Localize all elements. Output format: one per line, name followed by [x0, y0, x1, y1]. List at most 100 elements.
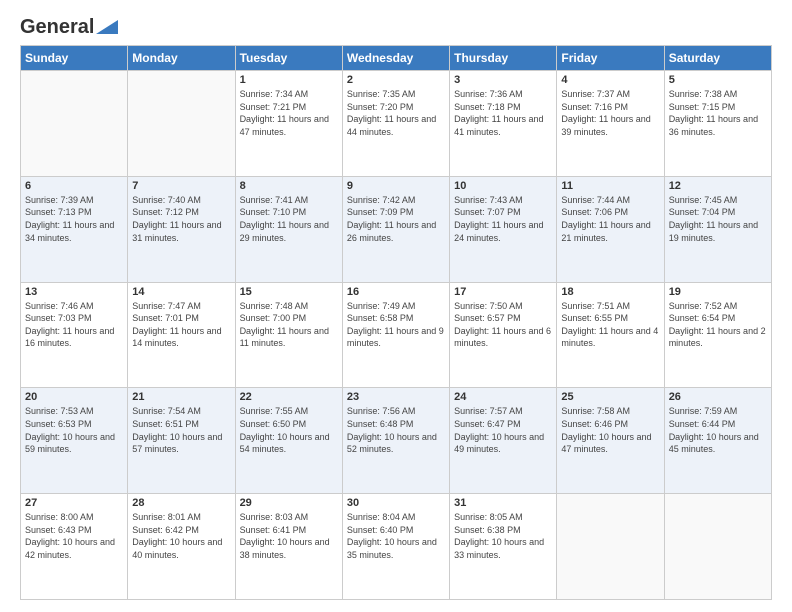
day-header-wednesday: Wednesday — [342, 46, 449, 71]
calendar-cell: 30Sunrise: 8:04 AM Sunset: 6:40 PM Dayli… — [342, 494, 449, 600]
day-number: 11 — [561, 180, 659, 192]
day-number: 28 — [132, 497, 230, 509]
day-number: 4 — [561, 74, 659, 86]
day-number: 14 — [132, 286, 230, 298]
calendar-cell: 8Sunrise: 7:41 AM Sunset: 7:10 PM Daylig… — [235, 176, 342, 282]
calendar-cell: 28 Sunrise: 8:01 AM Sunset: 6:42 PM Dayli… — [128, 494, 235, 600]
day-detail: Sunrise: 8:04 AM Sunset: 6:40 PM Dayligh… — [347, 511, 445, 561]
day-number: 18 — [561, 286, 659, 298]
day-number: 2 — [347, 74, 445, 86]
day-detail: Sunrise: 7:59 AM Sunset: 6:44 PM Dayligh… — [669, 405, 767, 455]
day-number: 17 — [454, 286, 552, 298]
day-number: 5 — [669, 74, 767, 86]
day-detail: Sunrise: 7:35 AM Sunset: 7:20 PM Dayligh… — [347, 88, 445, 138]
day-detail: Sunrise: 7:54 AM Sunset: 6:51 PM Dayligh… — [132, 405, 230, 455]
day-header-tuesday: Tuesday — [235, 46, 342, 71]
calendar-cell: 29 Sunrise: 8:03 AM Sunset: 6:41 PM Dayli… — [235, 494, 342, 600]
day-number: 1 — [240, 74, 338, 86]
calendar-table: SundayMondayTuesdayWednesdayThursdayFrid… — [20, 45, 772, 600]
day-detail: Sunrise: 7:39 AM Sunset: 7:13 PM Dayligh… — [25, 194, 123, 244]
day-number: 15 — [240, 286, 338, 298]
calendar-cell: 26 Sunrise: 7:59 AM Sunset: 6:44 PM Dayli… — [664, 388, 771, 494]
day-detail: Sunrise: 7:34 AM Sunset: 7:21 PM Dayligh… — [240, 88, 338, 138]
calendar-cell: 20Sunrise: 7:53 AM Sunset: 6:53 PM Dayli… — [21, 388, 128, 494]
day-header-monday: Monday — [128, 46, 235, 71]
calendar-cell: 15 Sunrise: 7:48 AM Sunset: 7:00 PM Dayli… — [235, 282, 342, 388]
calendar-cell: 9 Sunrise: 7:42 AM Sunset: 7:09 PM Daylig… — [342, 176, 449, 282]
calendar-cell — [21, 71, 128, 177]
day-number: 19 — [669, 286, 767, 298]
calendar-cell: 16Sunrise: 7:49 AM Sunset: 6:58 PM Dayli… — [342, 282, 449, 388]
calendar-cell: 31Sunrise: 8:05 AM Sunset: 6:38 PM Dayli… — [450, 494, 557, 600]
day-detail: Sunrise: 8:01 AM Sunset: 6:42 PM Dayligh… — [132, 511, 230, 561]
calendar-cell: 27 Sunrise: 8:00 AM Sunset: 6:43 PM Dayli… — [21, 494, 128, 600]
day-detail: Sunrise: 7:48 AM Sunset: 7:00 PM Dayligh… — [240, 300, 338, 350]
day-number: 7 — [132, 180, 230, 192]
day-number: 29 — [240, 497, 338, 509]
calendar-cell: 2 Sunrise: 7:35 AM Sunset: 7:20 PM Daylig… — [342, 71, 449, 177]
day-detail: Sunrise: 7:49 AM Sunset: 6:58 PM Dayligh… — [347, 300, 445, 350]
calendar-header-row: SundayMondayTuesdayWednesdayThursdayFrid… — [21, 46, 772, 71]
day-detail: Sunrise: 7:43 AM Sunset: 7:07 PM Dayligh… — [454, 194, 552, 244]
day-number: 6 — [25, 180, 123, 192]
logo: General — [20, 16, 118, 35]
day-number: 10 — [454, 180, 552, 192]
week-row-4: 20Sunrise: 7:53 AM Sunset: 6:53 PM Dayli… — [21, 388, 772, 494]
page: General SundayMondayTuesdayWednesdayThur… — [0, 0, 792, 612]
calendar-cell: 1 Sunrise: 7:34 AM Sunset: 7:21 PM Daylig… — [235, 71, 342, 177]
calendar-cell: 13Sunrise: 7:46 AM Sunset: 7:03 PM Dayli… — [21, 282, 128, 388]
day-detail: Sunrise: 7:57 AM Sunset: 6:47 PM Dayligh… — [454, 405, 552, 455]
calendar-cell: 12 Sunrise: 7:45 AM Sunset: 7:04 PM Dayli… — [664, 176, 771, 282]
calendar-cell: 14 Sunrise: 7:47 AM Sunset: 7:01 PM Dayli… — [128, 282, 235, 388]
calendar-cell: 22Sunrise: 7:55 AM Sunset: 6:50 PM Dayli… — [235, 388, 342, 494]
day-header-saturday: Saturday — [664, 46, 771, 71]
day-number: 26 — [669, 391, 767, 403]
calendar-cell: 4 Sunrise: 7:37 AM Sunset: 7:16 PM Daylig… — [557, 71, 664, 177]
day-detail: Sunrise: 7:58 AM Sunset: 6:46 PM Dayligh… — [561, 405, 659, 455]
day-detail: Sunrise: 7:45 AM Sunset: 7:04 PM Dayligh… — [669, 194, 767, 244]
day-detail: Sunrise: 7:42 AM Sunset: 7:09 PM Dayligh… — [347, 194, 445, 244]
calendar-cell: 19 Sunrise: 7:52 AM Sunset: 6:54 PM Dayli… — [664, 282, 771, 388]
day-detail: Sunrise: 8:00 AM Sunset: 6:43 PM Dayligh… — [25, 511, 123, 561]
calendar-cell: 7 Sunrise: 7:40 AM Sunset: 7:12 PM Daylig… — [128, 176, 235, 282]
day-detail: Sunrise: 7:38 AM Sunset: 7:15 PM Dayligh… — [669, 88, 767, 138]
calendar-cell: 24Sunrise: 7:57 AM Sunset: 6:47 PM Dayli… — [450, 388, 557, 494]
day-detail: Sunrise: 7:51 AM Sunset: 6:55 PM Dayligh… — [561, 300, 659, 350]
day-number: 3 — [454, 74, 552, 86]
day-detail: Sunrise: 7:56 AM Sunset: 6:48 PM Dayligh… — [347, 405, 445, 455]
calendar-cell: 21 Sunrise: 7:54 AM Sunset: 6:51 PM Dayli… — [128, 388, 235, 494]
calendar-cell: 18 Sunrise: 7:51 AM Sunset: 6:55 PM Dayli… — [557, 282, 664, 388]
day-number: 23 — [347, 391, 445, 403]
calendar-cell: 11Sunrise: 7:44 AM Sunset: 7:06 PM Dayli… — [557, 176, 664, 282]
day-header-sunday: Sunday — [21, 46, 128, 71]
day-detail: Sunrise: 7:46 AM Sunset: 7:03 PM Dayligh… — [25, 300, 123, 350]
calendar-cell: 5 Sunrise: 7:38 AM Sunset: 7:15 PM Daylig… — [664, 71, 771, 177]
day-number: 21 — [132, 391, 230, 403]
logo-general: General — [20, 16, 94, 39]
day-detail: Sunrise: 7:40 AM Sunset: 7:12 PM Dayligh… — [132, 194, 230, 244]
day-number: 8 — [240, 180, 338, 192]
calendar-cell: 23 Sunrise: 7:56 AM Sunset: 6:48 PM Dayli… — [342, 388, 449, 494]
day-number: 22 — [240, 391, 338, 403]
calendar-cell — [128, 71, 235, 177]
day-detail: Sunrise: 7:37 AM Sunset: 7:16 PM Dayligh… — [561, 88, 659, 138]
day-detail: Sunrise: 7:52 AM Sunset: 6:54 PM Dayligh… — [669, 300, 767, 350]
calendar-cell: 10 Sunrise: 7:43 AM Sunset: 7:07 PM Dayli… — [450, 176, 557, 282]
day-detail: Sunrise: 8:03 AM Sunset: 6:41 PM Dayligh… — [240, 511, 338, 561]
day-detail: Sunrise: 7:47 AM Sunset: 7:01 PM Dayligh… — [132, 300, 230, 350]
day-detail: Sunrise: 7:36 AM Sunset: 7:18 PM Dayligh… — [454, 88, 552, 138]
day-number: 9 — [347, 180, 445, 192]
calendar-cell: 17 Sunrise: 7:50 AM Sunset: 6:57 PM Dayli… — [450, 282, 557, 388]
day-header-friday: Friday — [557, 46, 664, 71]
day-detail: Sunrise: 7:50 AM Sunset: 6:57 PM Dayligh… — [454, 300, 552, 350]
calendar-cell: 3 Sunrise: 7:36 AM Sunset: 7:18 PM Daylig… — [450, 71, 557, 177]
day-number: 12 — [669, 180, 767, 192]
day-number: 31 — [454, 497, 552, 509]
day-detail: Sunrise: 7:53 AM Sunset: 6:53 PM Dayligh… — [25, 405, 123, 455]
day-header-thursday: Thursday — [450, 46, 557, 71]
week-row-5: 27 Sunrise: 8:00 AM Sunset: 6:43 PM Dayli… — [21, 494, 772, 600]
calendar-cell — [664, 494, 771, 600]
calendar-cell — [557, 494, 664, 600]
day-number: 27 — [25, 497, 123, 509]
day-number: 25 — [561, 391, 659, 403]
